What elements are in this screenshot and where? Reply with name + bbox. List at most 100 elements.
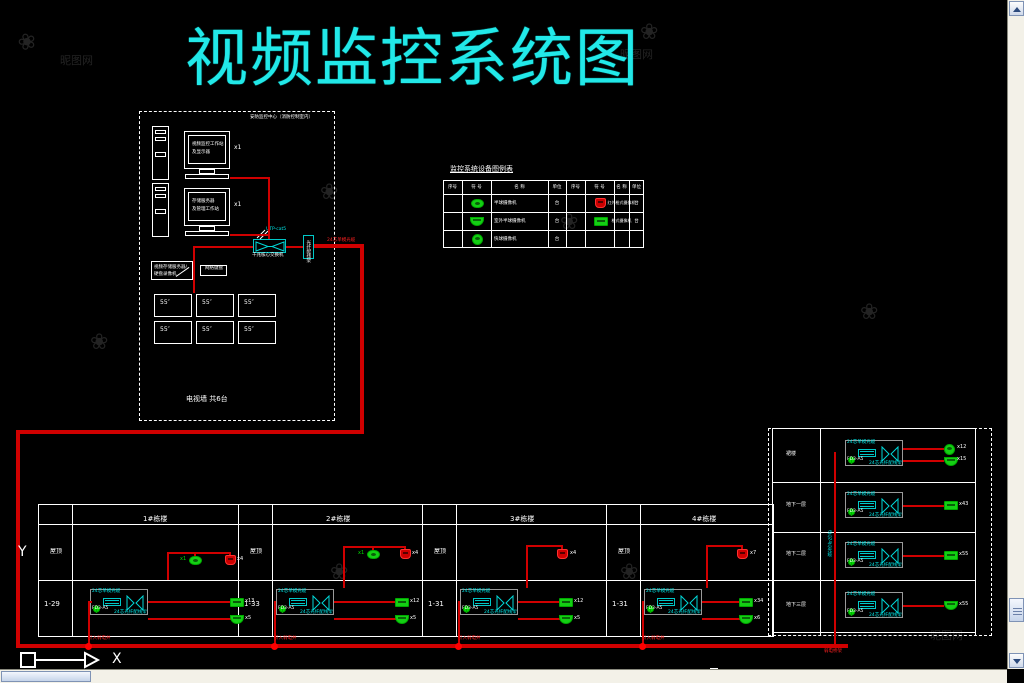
bowtie-switch-icon xyxy=(312,595,330,611)
bowtie-switch-icon xyxy=(126,595,144,611)
legend-header: 名 称 xyxy=(514,185,525,190)
box-camera-icon xyxy=(594,217,608,226)
legend-header: 符 号 xyxy=(471,185,482,190)
trunk-horizontal-top xyxy=(16,430,364,434)
half-camera-icon xyxy=(559,615,573,624)
podium-out-link-1 xyxy=(903,448,944,450)
podium-switch-top-label: 24芯单模光缆 xyxy=(847,440,876,445)
tower-out-link-1 xyxy=(518,601,562,603)
switch-bottom-label: 24芯光纤配线架 xyxy=(114,610,147,615)
dome-camera-icon xyxy=(471,199,484,208)
tower-out-qty-2: x6 xyxy=(754,615,761,621)
podium-out-link-2 xyxy=(903,460,944,462)
switch-bottom-label: 24芯光纤配线架 xyxy=(300,610,333,615)
podium-switch-model: FD3-A5 xyxy=(847,559,864,564)
switch-bottom-label: 24芯光纤配线架 xyxy=(668,610,701,615)
podium-out-link-1 xyxy=(903,505,944,507)
tv-monitor-size: 55″ xyxy=(202,326,212,333)
hscrollbar-thumb[interactable] xyxy=(1,671,91,682)
red-camera-icon xyxy=(557,549,568,559)
patch-panel-row xyxy=(475,600,489,601)
podium-out-qty-1: x43 xyxy=(959,501,969,507)
link-ws1-switch-h xyxy=(230,177,268,179)
podium-rule xyxy=(772,580,975,581)
link-ws2-switch-h xyxy=(230,234,268,236)
tower-roof-red-qty: x4 xyxy=(237,556,244,562)
switch-glyph xyxy=(255,241,285,252)
podium-switch-model: FD3-A5 xyxy=(847,509,864,514)
odf-icon xyxy=(848,551,855,566)
podium-riser xyxy=(834,452,836,648)
podium-out-qty-1: x12 xyxy=(957,444,967,450)
tower-roof-link xyxy=(526,545,562,547)
thumb-grip xyxy=(1013,614,1022,615)
bus-junction-dot xyxy=(639,643,646,650)
podium-rule xyxy=(772,482,975,483)
core-switch-label: 千兆核心交换机 xyxy=(252,253,284,258)
tower-out-qty-2: x5 xyxy=(574,615,581,621)
podium-switch-top-label: 24芯单模光缆 xyxy=(847,542,876,547)
tower-roof-riser xyxy=(526,545,528,588)
control-room-header: 安防监控中心（消防控制室内） xyxy=(250,115,313,120)
bus-junction-dot xyxy=(271,643,278,650)
tower-out-qty-1: x12 xyxy=(410,598,420,604)
patch-panel-row xyxy=(105,603,119,604)
switch-top-label: 24芯单模光缆 xyxy=(462,589,491,594)
tower-floor-range: 1-29 xyxy=(44,600,60,608)
chevron-up-icon xyxy=(1013,7,1021,12)
podium-floor-name: 地下二层 xyxy=(786,551,807,557)
podium-bottom-label: 弱电桥架 xyxy=(824,649,842,654)
tower-out-qty-1: x12 xyxy=(574,598,584,604)
bowtie-switch-icon xyxy=(496,595,514,611)
switch-top-label: 24芯单模光缆 xyxy=(92,589,121,594)
tower-out-link-2 xyxy=(148,618,233,620)
tv-monitor-size: 55″ xyxy=(244,326,254,333)
legend-header: 单位 xyxy=(552,185,562,190)
switch-model: FD3-A5 xyxy=(462,606,479,611)
patch-panel-row xyxy=(291,600,305,601)
pc-tower-1-bay xyxy=(155,137,166,141)
box-camera-icon xyxy=(944,551,958,560)
tower-col-divider xyxy=(606,504,607,636)
cad-viewer-window: ❀ 昵图网 ❀ 昵图网 ❀ ❀ ❀ ❀ ❀ ❀ 昵图网 视频监控系统图 安防监控… xyxy=(0,0,1024,683)
tower-out-link-1 xyxy=(334,601,398,603)
trunk-bus-bottom xyxy=(16,644,848,648)
ucs-x-axis xyxy=(36,659,86,661)
podium-rule xyxy=(772,632,975,633)
ball-camera-icon xyxy=(472,234,483,245)
drawing-canvas[interactable]: ❀ 昵图网 ❀ 昵图网 ❀ ❀ ❀ ❀ ❀ ❀ 昵图网 视频监控系统图 安防监控… xyxy=(0,0,1007,669)
red-camera-icon xyxy=(400,549,411,559)
vertical-scrollbar[interactable] xyxy=(1007,0,1024,669)
tower-floor-range: 1-31 xyxy=(428,600,444,608)
podium-bus-link xyxy=(834,644,848,648)
red-camera-icon xyxy=(595,198,606,208)
podium-switch-bottom-label: 24芯光纤配线架 xyxy=(869,513,902,518)
tower-floor-upper: 屋顶 xyxy=(250,548,263,555)
patch-panel-row xyxy=(860,603,874,604)
podium-switch-bottom-label: 24芯光纤配线架 xyxy=(869,613,902,618)
tower-col-divider xyxy=(456,504,457,636)
tower-roof-riser xyxy=(706,545,708,588)
horizontal-scrollbar[interactable] xyxy=(0,669,1007,683)
odf-icon xyxy=(279,598,286,613)
patch-panel-row xyxy=(860,606,874,607)
patch-panel-row xyxy=(860,503,874,504)
scrollbar-thumb[interactable] xyxy=(1009,598,1024,622)
bus-junction-dot xyxy=(455,643,462,650)
scroll-up-button[interactable] xyxy=(1009,1,1024,16)
tower-col-divider xyxy=(72,504,73,636)
scroll-down-button[interactable] xyxy=(1009,653,1024,668)
switch-model: FD3-A5 xyxy=(278,606,295,611)
workstation-2-qty: x1 xyxy=(234,201,242,208)
patch-panel-row xyxy=(860,451,874,452)
tower-roof-red-qty: x4 xyxy=(570,550,577,556)
half-camera-icon xyxy=(739,615,753,624)
legend-name: 枪式摄像机 xyxy=(611,218,632,223)
link-odf-trunk xyxy=(314,244,364,248)
tv-monitor-size: 55″ xyxy=(160,326,170,333)
tv-monitor-size: 55″ xyxy=(202,299,212,306)
pc-tower-2-bay xyxy=(155,194,166,198)
link-switch-odf xyxy=(286,246,303,248)
tower-roof-link xyxy=(167,552,230,554)
tower-out-link-2 xyxy=(702,618,742,620)
